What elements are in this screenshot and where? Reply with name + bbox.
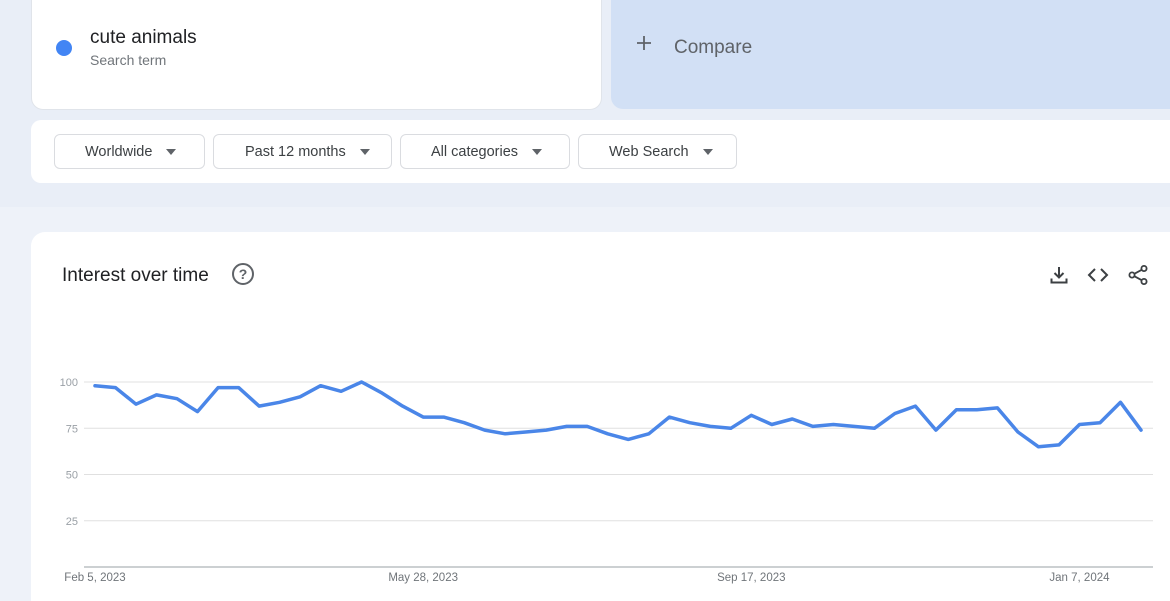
data-point — [934, 428, 938, 432]
interest-over-time-card: Interest over time ? 25 50 75 100 Feb 5, 202… — [31, 232, 1170, 601]
data-point — [483, 428, 487, 432]
caret-down-icon — [532, 148, 543, 155]
search-term-subtitle: Search term — [90, 52, 167, 68]
filter-category-label: All categories — [431, 143, 519, 160]
filter-search-type-label: Web Search — [609, 143, 689, 160]
data-point — [319, 384, 323, 388]
y-tick-label: 100 — [60, 377, 78, 389]
data-point — [1118, 400, 1122, 404]
data-point — [995, 406, 999, 410]
data-point — [503, 432, 507, 436]
compare-label: Compare — [674, 37, 753, 58]
data-point — [852, 424, 856, 428]
filter-search-type[interactable]: Web Search — [578, 134, 737, 169]
data-point — [524, 430, 528, 434]
data-point — [688, 421, 692, 425]
filter-bar: Worldwide Past 12 months All categories … — [31, 120, 1170, 183]
plus-icon — [636, 32, 652, 56]
y-tick-label: 50 — [66, 470, 78, 482]
data-point — [544, 428, 548, 432]
data-point — [237, 386, 241, 390]
data-point — [708, 424, 712, 428]
y-tick-label: 75 — [66, 423, 78, 435]
data-point — [790, 417, 794, 421]
data-point — [155, 393, 159, 397]
data-point — [626, 437, 630, 441]
data-point — [872, 426, 876, 430]
caret-down-icon — [166, 148, 177, 155]
data-point — [442, 415, 446, 419]
data-point — [1077, 423, 1081, 427]
data-point — [954, 408, 958, 412]
filter-time-range-label: Past 12 months — [245, 143, 346, 160]
search-term-card[interactable]: cute animals Search term — [31, 0, 602, 110]
data-point — [380, 391, 384, 395]
data-point — [216, 386, 220, 390]
data-point — [114, 386, 118, 390]
data-point — [134, 402, 138, 406]
data-point — [667, 415, 671, 419]
data-point — [298, 395, 302, 399]
data-point — [278, 400, 282, 404]
data-point — [770, 423, 774, 427]
data-point — [93, 384, 97, 388]
data-point — [831, 423, 835, 427]
data-point — [749, 413, 753, 417]
data-point — [893, 411, 897, 415]
data-point — [1036, 445, 1040, 449]
filter-category[interactable]: All categories — [400, 134, 570, 169]
data-point — [1016, 430, 1020, 434]
filter-location-label: Worldwide — [85, 143, 153, 160]
data-point — [606, 432, 610, 436]
caret-down-icon — [359, 148, 370, 155]
data-point — [257, 404, 261, 408]
x-tick-label: Sep 17, 2023 — [717, 572, 785, 584]
data-point — [360, 380, 364, 384]
caret-down-icon — [702, 148, 713, 155]
data-point — [975, 408, 979, 412]
data-point — [913, 404, 917, 408]
data-point — [1057, 443, 1061, 447]
data-point — [462, 421, 466, 425]
search-term-name[interactable]: cute animals — [90, 27, 197, 49]
compare-button[interactable]: Compare — [611, 0, 1170, 109]
data-point — [585, 424, 589, 428]
data-point — [401, 404, 405, 408]
filter-time-range[interactable]: Past 12 months — [213, 134, 392, 169]
data-point — [647, 432, 651, 436]
data-point — [1139, 428, 1143, 432]
x-tick-label: Jan 7, 2024 — [1049, 572, 1110, 584]
data-point — [1098, 421, 1102, 425]
data-point — [421, 415, 425, 419]
line-chart[interactable]: 25 50 75 100 Feb 5, 2023 May 28, 2023 Sep 17, … — [31, 232, 1170, 601]
data-point — [811, 424, 815, 428]
x-tick-label: Feb 5, 2023 — [64, 572, 125, 584]
x-tick-label: May 28, 2023 — [388, 572, 458, 584]
y-tick-label: 25 — [66, 516, 78, 528]
data-point — [175, 397, 179, 401]
data-point — [565, 424, 569, 428]
data-point — [196, 410, 200, 414]
data-point — [339, 389, 343, 393]
series-line — [93, 380, 1143, 449]
filter-location[interactable]: Worldwide — [54, 134, 205, 169]
term-color-dot — [56, 40, 72, 56]
data-point — [729, 426, 733, 430]
